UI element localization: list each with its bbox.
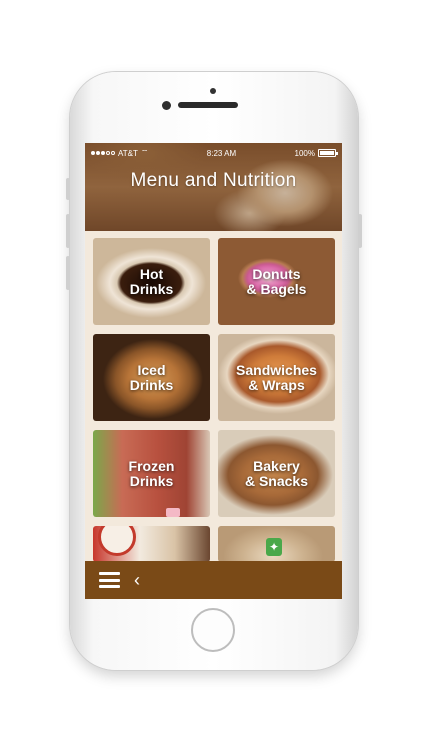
- clock: 8:23 AM: [206, 148, 237, 158]
- front-camera: [162, 101, 171, 110]
- status-right: 100%: [294, 148, 338, 158]
- tile-label: Iced Drinks: [129, 361, 174, 393]
- tile-ddsmart[interactable]: ✦: [218, 526, 335, 562]
- tile-bakery-snacks[interactable]: Bakery & Snacks: [218, 430, 335, 517]
- volume-up-button: [66, 214, 70, 248]
- roasted-coffee-logo-icon: [98, 526, 136, 556]
- bottom-toolbar: ‹: [85, 561, 342, 599]
- page-title: Menu and Nutrition: [130, 170, 297, 191]
- proximity-sensor: [210, 88, 216, 94]
- status-bar: AT&T ⌔ 8:23 AM 100%: [85, 143, 342, 163]
- tile-label: Donuts & Bagels: [246, 265, 307, 297]
- tile-packaged-coffee[interactable]: [93, 526, 210, 562]
- hamburger-icon[interactable]: [99, 572, 120, 588]
- home-button[interactable]: [191, 608, 235, 652]
- tile-label: Hot Drinks: [129, 265, 174, 297]
- power-button: [358, 214, 362, 248]
- runner-icon: ✦: [266, 538, 282, 556]
- volume-down-button: [66, 256, 70, 290]
- tile-iced-drinks[interactable]: Iced Drinks: [93, 334, 210, 421]
- tile-hot-drinks[interactable]: Hot Drinks: [93, 238, 210, 325]
- wifi-icon: ⌔: [140, 148, 149, 157]
- tile-donuts-bagels[interactable]: Donuts & Bagels: [218, 238, 335, 325]
- cup-logo-icon: [166, 508, 180, 517]
- chevron-left-icon[interactable]: ‹: [134, 571, 140, 589]
- app-screen: AT&T ⌔ 8:23 AM 100% Menu and Nutrition H…: [85, 143, 342, 599]
- earpiece-speaker: [178, 102, 238, 108]
- tile-sandwiches-wraps[interactable]: Sandwiches & Wraps: [218, 334, 335, 421]
- tile-label: Frozen Drinks: [128, 457, 175, 489]
- mute-switch: [66, 178, 70, 200]
- tile-frozen-drinks[interactable]: Frozen Drinks: [93, 430, 210, 517]
- carrier-name: AT&T: [118, 148, 138, 158]
- status-left: AT&T ⌔: [91, 148, 148, 158]
- tile-label: Sandwiches & Wraps: [236, 361, 317, 393]
- battery-icon: [318, 149, 338, 157]
- tile-label: Bakery & Snacks: [244, 457, 309, 489]
- signal-strength-icon: [91, 151, 115, 155]
- battery-percent: 100%: [294, 148, 315, 158]
